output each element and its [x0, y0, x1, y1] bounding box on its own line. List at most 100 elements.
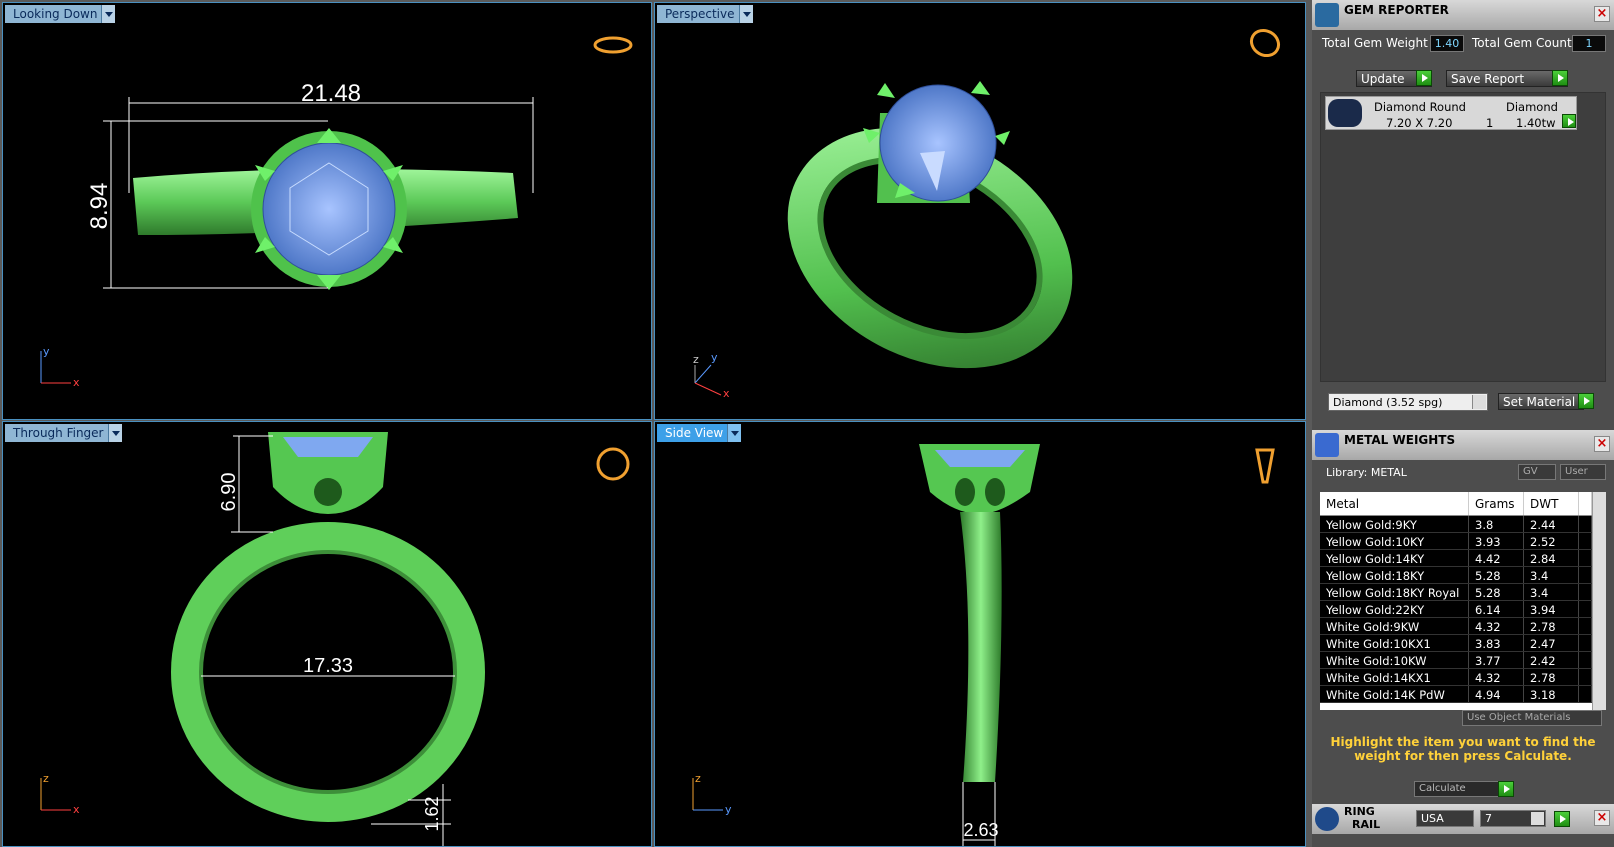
update-go-icon[interactable]	[1416, 70, 1432, 86]
dwt-cell: 2.52	[1524, 533, 1579, 549]
ring-orientation-icon	[1249, 28, 1281, 58]
table-row[interactable]: Yellow Gold:18KY Royal 5.28 3.4	[1320, 584, 1592, 601]
metal-table-rows: Yellow Gold:9KY 3.8 2.44 Yellow Gold:10KY 3.…	[1320, 516, 1592, 703]
dim-inner-diameter: 17.33	[303, 655, 353, 677]
chevron-down-icon[interactable]	[101, 5, 116, 23]
axis-z-label: z	[695, 772, 701, 785]
ring-rail-go-icon[interactable]	[1554, 811, 1570, 827]
grams-cell: 3.83	[1469, 635, 1524, 651]
dwt-cell: 2.44	[1524, 516, 1579, 532]
gem-count: 1	[1486, 116, 1494, 130]
gem-thumbnail	[1328, 99, 1362, 127]
gv-toggle[interactable]: GV	[1518, 464, 1556, 480]
grams-cell: 3.8	[1469, 516, 1524, 532]
gem-go-icon[interactable]	[1562, 114, 1576, 128]
gem-row[interactable]: Diamond Round Diamond 7.20 X 7.20 1 1.40…	[1325, 96, 1577, 130]
grams-cell: 4.32	[1469, 669, 1524, 685]
metal-name-cell: White Gold:10KW	[1320, 652, 1469, 668]
table-row[interactable]: White Gold:9KW 4.32 2.78	[1320, 618, 1592, 635]
metal-name-cell: Yellow Gold:18KY	[1320, 567, 1469, 583]
dwt-cell: 2.47	[1524, 635, 1579, 651]
chevron-down-icon[interactable]	[727, 424, 742, 442]
viewport-label-side-view[interactable]: Side View	[657, 424, 742, 442]
save-report-button[interactable]: Save Report	[1446, 70, 1568, 87]
metal-name-cell: White Gold:14K PdW	[1320, 686, 1469, 702]
spacer-cell	[1579, 635, 1592, 651]
table-row[interactable]: Yellow Gold:10KY 3.93 2.52	[1320, 533, 1592, 550]
chevron-down-icon[interactable]	[738, 5, 753, 23]
axis-x-label: x	[73, 803, 80, 816]
calculate-go-icon[interactable]	[1498, 781, 1514, 797]
dwt-cell: 2.78	[1524, 669, 1579, 685]
user-toggle[interactable]: User	[1560, 464, 1606, 480]
metal-name-cell: Yellow Gold:14KY	[1320, 550, 1469, 566]
dwt-cell: 3.94	[1524, 601, 1579, 617]
ring-region-field[interactable]: USA	[1416, 810, 1474, 827]
table-row[interactable]: Yellow Gold:14KY 4.42 2.84	[1320, 550, 1592, 567]
dim-shank: 1.62	[422, 796, 442, 831]
table-row[interactable]: Yellow Gold:9KY 3.8 2.44	[1320, 516, 1592, 533]
close-icon[interactable]: ×	[1594, 810, 1610, 826]
metal-name-cell: White Gold:14KX1	[1320, 669, 1469, 685]
axis-x-label: x	[723, 387, 730, 400]
dwt-cell: 2.84	[1524, 550, 1579, 566]
axis-y-label: y	[711, 351, 718, 364]
chevron-down-icon[interactable]	[1472, 395, 1486, 409]
spacer-cell	[1579, 601, 1592, 617]
axis-y-label: y	[725, 803, 732, 816]
total-gem-count-label: Total Gem Count	[1472, 36, 1572, 50]
viewport-label-looking-down[interactable]: Looking Down	[5, 5, 116, 23]
viewport-through-finger[interactable]: 6.90 17.33 1.62 z x Through Finger	[2, 421, 652, 847]
col-metal[interactable]: Metal	[1320, 492, 1469, 515]
ring-orientation-icon	[593, 36, 633, 54]
ring-top-render: 21.48 8.94 y x	[40, 36, 633, 389]
material-select[interactable]: Diamond (3.52 spg)	[1328, 393, 1488, 411]
viewport-perspective[interactable]: z y x Perspective	[654, 2, 1306, 420]
chevron-down-icon[interactable]	[107, 424, 122, 442]
set-material-go-icon[interactable]	[1578, 393, 1594, 409]
total-gem-weight-value: 1.40	[1430, 35, 1464, 52]
close-icon[interactable]: ×	[1594, 6, 1610, 22]
table-row[interactable]: Yellow Gold:18KY 5.28 3.4	[1320, 567, 1592, 584]
spacer-cell	[1579, 567, 1592, 583]
use-object-materials-toggle[interactable]: Use Object Materials	[1462, 710, 1602, 726]
gem-reporter-panel: GEM REPORTER × Total Gem Weight 1.40 Tot…	[1312, 0, 1614, 430]
total-gem-count-value: 1	[1572, 35, 1606, 52]
viewport-label-perspective[interactable]: Perspective	[657, 5, 753, 23]
table-row[interactable]: Yellow Gold:22KY 6.14 3.94	[1320, 601, 1592, 618]
metal-name-cell: Yellow Gold:10KY	[1320, 533, 1469, 549]
gem-name: Diamond Round	[1374, 100, 1466, 114]
viewport-looking-down[interactable]: 21.48 8.94 y x Looking Down	[2, 2, 652, 420]
ring-orientation-icon	[596, 447, 630, 481]
metal-table-scrollbar[interactable]	[1592, 492, 1606, 710]
grams-cell: 3.93	[1469, 533, 1524, 549]
total-gem-weight-label: Total Gem Weight	[1322, 36, 1428, 50]
close-icon[interactable]: ×	[1594, 436, 1610, 452]
library-label: Library: METAL	[1326, 466, 1407, 479]
chevron-down-icon[interactable]	[1531, 812, 1544, 825]
gem-reporter-header: GEM REPORTER ×	[1312, 0, 1614, 30]
dim-height: 8.94	[86, 183, 113, 230]
viewport-side-view[interactable]: 2.63 z y Side View	[654, 421, 1306, 847]
viewport-label-through-finger[interactable]: Through Finger	[5, 424, 122, 442]
spacer-cell	[1579, 669, 1592, 685]
set-material-button[interactable]: Set Material	[1498, 393, 1584, 410]
table-row[interactable]: White Gold:14K PdW 4.94 3.18	[1320, 686, 1592, 703]
dwt-cell: 2.42	[1524, 652, 1579, 668]
save-report-go-icon[interactable]	[1552, 70, 1568, 86]
table-row[interactable]: White Gold:10KX1 3.83 2.47	[1320, 635, 1592, 652]
metal-name-cell: Yellow Gold:9KY	[1320, 516, 1469, 532]
grams-cell: 6.14	[1469, 601, 1524, 617]
calculate-hint: Highlight the item you want to find the …	[1330, 735, 1596, 763]
table-row[interactable]: White Gold:14KX1 4.32 2.78	[1320, 669, 1592, 686]
metal-name-cell: Yellow Gold:22KY	[1320, 601, 1469, 617]
spacer-cell	[1579, 516, 1592, 532]
ring-size-select[interactable]: 7	[1480, 810, 1546, 827]
col-grams[interactable]: Grams	[1469, 492, 1524, 515]
table-row[interactable]: White Gold:10KW 3.77 2.42	[1320, 652, 1592, 669]
metal-name-cell: White Gold:9KW	[1320, 618, 1469, 634]
grams-cell: 3.77	[1469, 652, 1524, 668]
col-dwt[interactable]: DWT	[1524, 492, 1579, 515]
dwt-cell: 3.4	[1524, 584, 1579, 600]
grams-cell: 5.28	[1469, 567, 1524, 583]
